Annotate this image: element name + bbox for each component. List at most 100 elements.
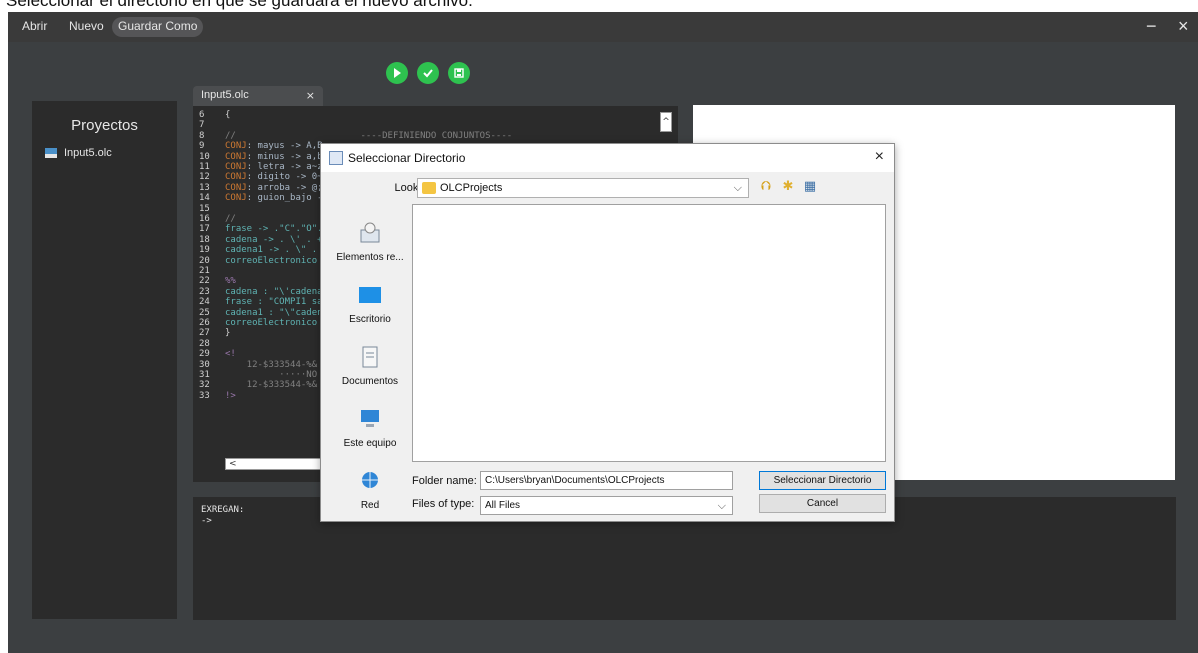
console-line: EXREGAN: [201, 505, 245, 515]
select-directory-dialog: Seleccionar Directorio × Look in: OLCPro… [320, 143, 895, 522]
code-line: cadena1 -> . \" . [225, 245, 318, 256]
code-line: CONJ: guion_bajo - [225, 193, 323, 204]
olc-file-icon [45, 148, 57, 158]
line-number: 33 [199, 390, 210, 401]
project-item-label: Input5.olc [64, 147, 112, 159]
up-folder-icon[interactable]: ⮉ [758, 179, 774, 195]
place-desktop[interactable]: Escritorio [331, 278, 409, 340]
line-number: 24 [199, 297, 210, 308]
tab-close-icon[interactable]: × [306, 89, 315, 102]
code-line: CONJ: minus -> a,b [225, 151, 323, 162]
place-label: Este equipo [343, 438, 397, 449]
view-menu-icon[interactable]: ▦ [802, 179, 818, 195]
code-line: ·····NO [225, 370, 318, 380]
check-icon[interactable] [417, 62, 439, 84]
code-line: CONJ: arroba -> @; [225, 182, 323, 193]
desktop-icon [359, 287, 381, 303]
line-number: 30 [199, 359, 210, 370]
file-list[interactable] [412, 204, 886, 462]
minimize-icon[interactable]: − [1146, 16, 1157, 37]
line-number: 21 [199, 266, 210, 276]
console-line: -> [201, 516, 212, 526]
look-in-value: OLCProjects [440, 182, 503, 194]
code-line: !> [225, 390, 236, 401]
place-label: Red [360, 500, 380, 511]
dialog-close-icon[interactable]: × [875, 148, 884, 166]
place-label: Escritorio [349, 314, 391, 325]
code-line: // [225, 214, 236, 224]
projects-title: Proyectos [71, 117, 138, 134]
cancel-button[interactable]: Cancel [759, 494, 886, 513]
tab-input5[interactable]: Input5.olc × [193, 86, 323, 106]
code-line: cadena1 : "\"caden [225, 307, 323, 318]
places-bar: Elementos re... Escritorio Documentos Es… [331, 206, 409, 514]
scroll-up-icon[interactable]: ^ [660, 112, 672, 132]
line-number: 31 [199, 370, 210, 380]
line-number: 23 [199, 286, 210, 297]
close-icon[interactable]: × [1178, 16, 1189, 37]
place-documents[interactable]: Documentos [331, 340, 409, 402]
line-number: 13 [199, 182, 210, 193]
line-number: 17 [199, 224, 210, 235]
files-of-type-value: All Files [485, 500, 521, 511]
folder-name-label: Folder name: [412, 475, 477, 487]
navigation-tools: ⮉ ✱ ▦ [758, 179, 818, 195]
java-icon [329, 151, 343, 165]
save-icon[interactable] [448, 62, 470, 84]
code-line: 12-$333544-%& [225, 359, 318, 370]
code-line: CONJ: mayus -> A,B [225, 141, 323, 152]
code-line: cadena -> . \' . + [225, 234, 323, 245]
line-number: 14 [199, 193, 210, 204]
folder-name-input[interactable]: C:\Users\bryan\Documents\OLCProjects [480, 471, 733, 490]
dialog-title: Seleccionar Directorio [348, 151, 466, 165]
select-directory-button[interactable]: Seleccionar Directorio [759, 471, 886, 490]
line-number: 15 [199, 203, 210, 214]
place-network[interactable]: Red [331, 464, 409, 526]
line-number: 12 [199, 172, 210, 183]
code-line: CONJ: digito -> 0~ [225, 172, 323, 183]
line-number: 11 [199, 162, 210, 172]
place-computer[interactable]: Este equipo [331, 402, 409, 464]
line-number: 7 [199, 120, 205, 131]
line-number: 32 [199, 380, 210, 391]
place-recent[interactable]: Elementos re... [331, 216, 409, 278]
line-number: 22 [199, 276, 210, 287]
code-line: <! [225, 349, 236, 360]
line-number: 26 [199, 318, 210, 328]
line-number: 8 [199, 130, 205, 141]
network-icon [362, 472, 378, 488]
line-number: 16 [199, 214, 210, 224]
caption-text: Seleccionar el directorio en que se guar… [0, 0, 1198, 12]
scroll-left-icon[interactable]: < [225, 458, 335, 470]
tab-label: Input5.olc [201, 89, 249, 101]
place-label: Documentos [341, 376, 399, 387]
code-line: { [225, 110, 231, 120]
files-of-type-combo[interactable]: All Files ⌵ [480, 496, 733, 515]
menu-abrir[interactable]: Abrir [16, 17, 53, 37]
line-number: 18 [199, 234, 210, 245]
documents-icon [362, 346, 378, 368]
computer-icon [361, 410, 379, 427]
code-line: cadena : "\'cadena [225, 286, 323, 297]
code-line: frase : "COMPI1 sa [225, 297, 323, 308]
code-line: correoElectronico [225, 318, 318, 328]
new-folder-icon[interactable]: ✱ [780, 179, 796, 195]
look-in-combo[interactable]: OLCProjects ⌵ [417, 178, 749, 198]
menu-nuevo[interactable]: Nuevo [63, 17, 110, 37]
menu-guardar-como[interactable]: Guardar Como [112, 17, 204, 37]
line-number: 9 [199, 141, 205, 152]
play-icon[interactable] [386, 62, 408, 84]
code-line: frase -> ."C"."O". [225, 224, 323, 235]
projects-panel: Proyectos Input5.olc [32, 101, 177, 619]
line-number: 6 [199, 110, 205, 120]
code-line: // ----DEFINIENDO CONJUNTOS---- [225, 130, 513, 141]
code-line: CONJ: letra -> a~z [225, 162, 323, 172]
project-item[interactable]: Input5.olc [44, 146, 112, 160]
line-number: 10 [199, 151, 210, 162]
line-number: 27 [199, 328, 210, 339]
code-line: } [225, 328, 231, 339]
recent-items-icon [360, 222, 380, 243]
line-number: 19 [199, 245, 210, 256]
code-line: correoElectronico [225, 255, 318, 266]
files-of-type-label: Files of type: [412, 498, 475, 510]
